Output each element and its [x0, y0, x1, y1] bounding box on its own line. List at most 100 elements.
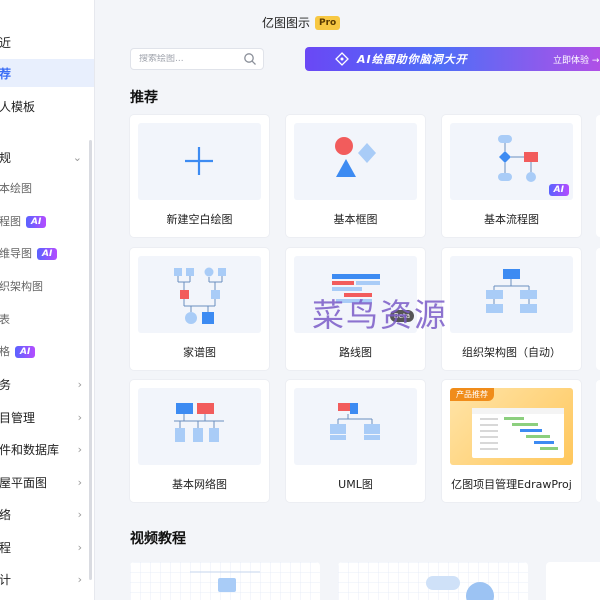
chevron-right-icon: › — [77, 475, 82, 489]
chevron-down-icon: ⌄ — [72, 150, 82, 164]
sidebar-item-label: 件和数据库 — [0, 442, 60, 457]
section-title-video: 视频教程 — [130, 531, 186, 547]
card-partial[interactable] — [596, 248, 600, 370]
chevron-right-icon: › — [77, 572, 82, 586]
card-basic-block[interactable]: 基本框图 — [286, 115, 425, 237]
card-uml[interactable]: UML图 — [286, 380, 425, 502]
sidebar-item-label: 务 — [0, 377, 12, 392]
card-thumbnail: AI — [450, 123, 573, 200]
chevron-right-icon: › — [77, 442, 82, 456]
ai-banner-text: AI绘图助你脑洞大开 — [357, 53, 468, 66]
sidebar-item-label: 表 — [0, 313, 10, 326]
sidebar-item-recommend[interactable]: 荐 — [0, 59, 94, 87]
sidebar-item-grid[interactable]: 格 AI — [0, 337, 94, 365]
chevron-right-icon: › — [77, 410, 82, 424]
sidebar-item-label: 格 — [0, 345, 10, 358]
sidebar-item-project-management[interactable]: 目管理 › — [0, 403, 94, 431]
card-label: 家谱图 — [183, 346, 216, 359]
promo-thumbnail: 产品推荐 — [450, 388, 573, 465]
app-title-text: 亿图图示 — [262, 16, 311, 30]
sidebar-item-floor-plan[interactable]: 屋平面图 › — [0, 468, 94, 496]
sidebar-item-label: 络 — [0, 507, 12, 522]
plus-icon — [185, 147, 213, 175]
card-label: 基本网络图 — [172, 478, 227, 491]
section-title-recommend: 推荐 — [130, 90, 158, 106]
sidebar-item-label: 规 — [0, 150, 12, 165]
video-card[interactable] — [130, 562, 320, 600]
sidebar-item-label: 目管理 — [0, 410, 36, 425]
card-org-chart-auto[interactable]: 组织架构图（自动） — [442, 248, 581, 370]
network-icon — [174, 403, 224, 442]
sidebar: 近 荐 人模板 规 ⌄ 本绘图 程图 AI 维导图 AI 织架构图 表 格 AI 务 › … — [0, 0, 95, 600]
org-chart-icon — [486, 269, 537, 313]
sidebar-item-label: 织架构图 — [0, 280, 43, 293]
sidebar-item-table[interactable]: 表 — [0, 305, 94, 333]
sidebar-item-label: 荐 — [0, 66, 12, 81]
card-partial[interactable] — [596, 115, 600, 237]
search-box[interactable] — [130, 48, 264, 70]
card-label: 亿图项目管理EdrawProj — [451, 478, 572, 491]
card-roadmap[interactable]: Beta 路线图 — [286, 248, 425, 370]
card-label: 基本流程图 — [484, 213, 539, 226]
card-label: 基本框图 — [333, 213, 378, 226]
search-input[interactable] — [139, 54, 239, 64]
video-card[interactable] — [338, 562, 528, 600]
sidebar-item-software-database[interactable]: 件和数据库 › — [0, 435, 94, 463]
sidebar-item-mindmap[interactable]: 维导图 AI — [0, 239, 94, 267]
card-thumbnail — [138, 256, 261, 333]
card-thumbnail — [138, 123, 261, 200]
card-thumbnail: Beta — [294, 256, 417, 333]
sidebar-item-label: 屋平面图 — [0, 475, 48, 490]
card-thumbnail — [294, 388, 417, 465]
search-icon[interactable] — [243, 52, 257, 66]
video-thumbnail — [130, 562, 320, 600]
chevron-right-icon: › — [77, 507, 82, 521]
card-partial[interactable] — [596, 380, 600, 502]
sidebar-scrollbar[interactable] — [89, 140, 92, 580]
card-label: 路线图 — [339, 346, 372, 359]
product-recommend-tag: 产品推荐 — [450, 388, 494, 401]
ai-badge: AI — [15, 346, 36, 358]
ai-diamond-icon — [335, 52, 349, 66]
card-label: 组织架构图（自动） — [462, 346, 561, 359]
card-thumbnail — [450, 256, 573, 333]
sidebar-item-design[interactable]: 计 › — [0, 565, 94, 593]
try-now-link[interactable]: 立即体验 → — [553, 53, 599, 66]
sidebar-item-label: 维导图 — [0, 247, 32, 260]
sidebar-item-label: 程图 — [0, 215, 21, 228]
sidebar-item-general[interactable]: 规 ⌄ — [0, 143, 94, 171]
sidebar-item-business[interactable]: 务 › — [0, 370, 94, 398]
sidebar-item-flowchart[interactable]: 程图 AI — [0, 207, 94, 235]
family-tree-icon — [174, 267, 226, 324]
card-basic-flowchart[interactable]: AI 基本流程图 — [442, 115, 581, 237]
ai-banner[interactable]: AI绘图助你脑洞大开 立即体验 → — [305, 47, 600, 71]
card-thumbnail — [138, 388, 261, 465]
card-basic-network[interactable]: 基本网络图 — [130, 380, 269, 502]
card-family-tree[interactable]: 家谱图 — [130, 248, 269, 370]
chevron-right-icon: › — [77, 377, 82, 391]
sidebar-item-engineering[interactable]: 程 › — [0, 533, 94, 561]
sidebar-item-basic-drawing[interactable]: 本绘图 — [0, 174, 94, 202]
sidebar-item-recent[interactable]: 近 — [0, 28, 94, 56]
card-thumbnail — [294, 123, 417, 200]
sidebar-item-personal-templates[interactable]: 人模板 — [0, 92, 94, 120]
ai-badge: AI — [26, 216, 47, 228]
sidebar-item-label: 本绘图 — [0, 182, 32, 195]
pro-badge: Pro — [315, 15, 341, 30]
card-new-blank[interactable]: 新建空白绘图 — [130, 115, 269, 237]
sidebar-item-label: 计 — [0, 572, 12, 587]
ai-badge: AI — [548, 184, 569, 196]
sidebar-item-label: 近 — [0, 35, 12, 50]
video-card[interactable] — [546, 562, 600, 600]
card-label: UML图 — [338, 478, 373, 491]
sidebar-item-label: 人模板 — [0, 99, 36, 114]
beta-badge: Beta — [390, 310, 414, 322]
card-label: 新建空白绘图 — [166, 213, 233, 226]
card-edrawproj[interactable]: 产品推荐 亿图项目管理EdrawProj — [442, 380, 581, 502]
sidebar-item-label: 程 — [0, 540, 12, 555]
chevron-right-icon: › — [77, 540, 82, 554]
app-title: 亿图图示 Pro — [262, 14, 341, 31]
sidebar-item-network[interactable]: 络 › — [0, 500, 94, 528]
sidebar-item-org-chart[interactable]: 织架构图 — [0, 272, 94, 300]
basic-shapes-icon — [335, 137, 376, 177]
